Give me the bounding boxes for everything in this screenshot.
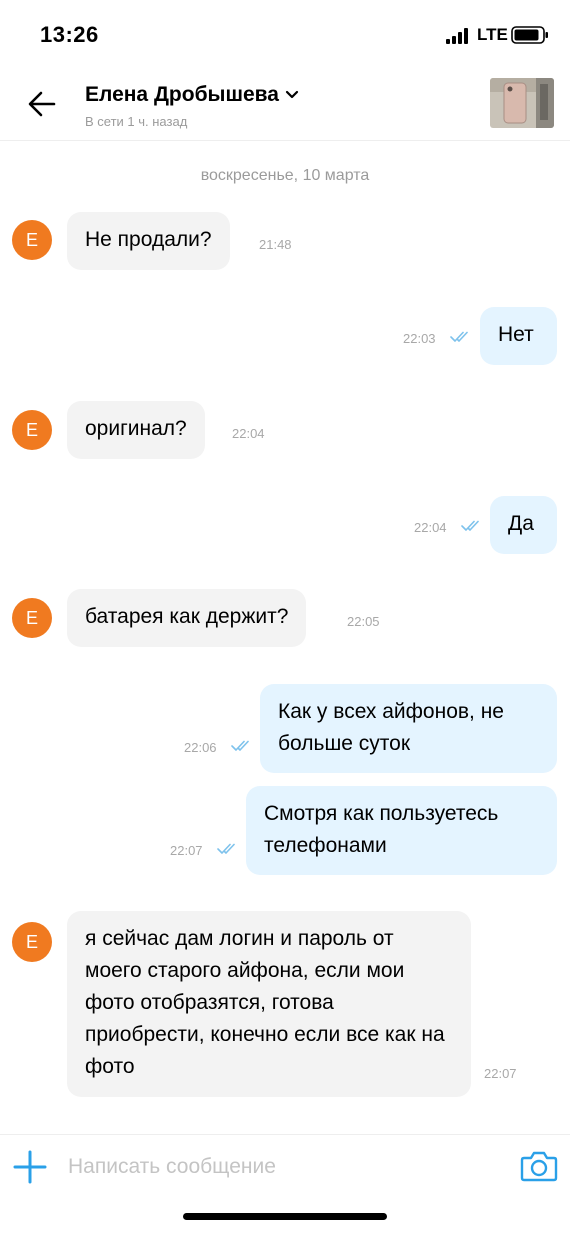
message-time: 22:07 bbox=[170, 843, 203, 858]
message-input[interactable] bbox=[68, 1149, 488, 1185]
message-time: 21:48 bbox=[259, 237, 292, 252]
message-bubble-incoming[interactable]: оригинал? bbox=[67, 401, 205, 459]
battery-icon bbox=[511, 26, 548, 44]
message-time: 22:07 bbox=[484, 1066, 517, 1081]
contact-name-button[interactable]: Елена Дробышева bbox=[85, 83, 299, 107]
phone-photo-image bbox=[490, 78, 554, 128]
message-bubble-incoming[interactable]: я сейчас дам логин и пароль от моего ста… bbox=[67, 911, 471, 1097]
chat-header: Елена Дробышева В сети 1 ч. назад bbox=[0, 70, 570, 141]
message-time: 22:04 bbox=[414, 520, 447, 535]
attach-button[interactable] bbox=[12, 1149, 48, 1185]
home-indicator[interactable] bbox=[183, 1213, 387, 1220]
message-bubble-outgoing[interactable]: Нет bbox=[480, 307, 557, 365]
double-check-icon bbox=[450, 331, 468, 342]
date-separator: воскресенье, 10 марта bbox=[200, 167, 370, 184]
back-arrow-icon bbox=[28, 91, 56, 117]
double-check-icon bbox=[231, 740, 249, 751]
signal-bars-icon bbox=[446, 28, 468, 44]
avatar: Е bbox=[12, 922, 52, 962]
message-time: 22:06 bbox=[184, 740, 217, 755]
back-button[interactable] bbox=[22, 84, 62, 124]
listing-thumbnail[interactable] bbox=[490, 78, 554, 128]
camera-icon bbox=[520, 1151, 558, 1182]
status-time: 13:26 bbox=[40, 22, 99, 47]
double-check-icon bbox=[461, 520, 479, 531]
double-check-icon bbox=[217, 843, 235, 854]
message-bubble-outgoing[interactable]: Да bbox=[490, 496, 557, 554]
contact-name: Елена Дробышева bbox=[85, 83, 279, 106]
message-bubble-incoming[interactable]: батарея как держит? bbox=[67, 589, 307, 647]
message-time: 22:05 bbox=[347, 614, 380, 629]
network-type: LTE bbox=[477, 25, 508, 44]
message-bubble-outgoing[interactable]: Смотря как пользуетесь телефонами bbox=[246, 786, 557, 875]
avatar: Е bbox=[12, 410, 52, 450]
message-composer bbox=[0, 1134, 570, 1205]
avatar: Е bbox=[12, 598, 52, 638]
message-bubble-outgoing[interactable]: Как у всех айфонов, не больше суток bbox=[260, 684, 557, 773]
chevron-down-icon bbox=[285, 90, 299, 99]
status-bar: 13:26 LTE bbox=[0, 0, 570, 70]
contact-status: В сети 1 ч. назад bbox=[85, 114, 188, 129]
message-time: 22:03 bbox=[403, 331, 436, 346]
camera-button[interactable] bbox=[520, 1149, 558, 1183]
plus-icon bbox=[13, 1150, 47, 1184]
message-time: 22:04 bbox=[232, 426, 265, 441]
avatar: Е bbox=[12, 220, 52, 260]
message-bubble-incoming[interactable]: Не продали? bbox=[67, 212, 230, 270]
